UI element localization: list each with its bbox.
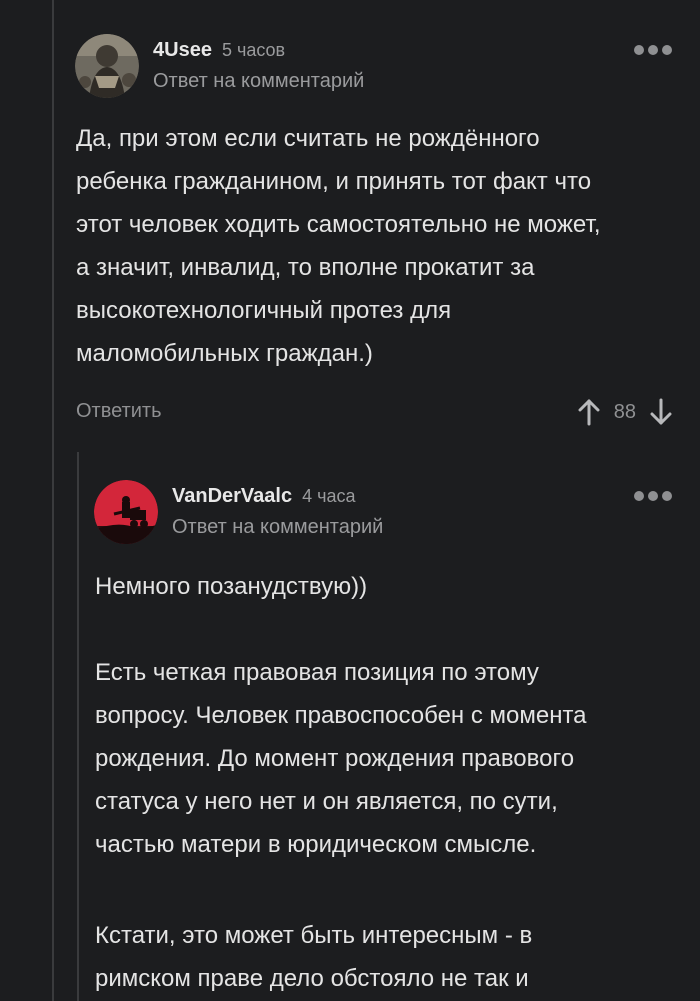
more-dots-icon-dot [662, 45, 672, 55]
thread-line[interactable] [52, 0, 54, 1001]
comment-body: Немного позанудствую)) [95, 565, 367, 608]
thread-line[interactable] [77, 452, 79, 1001]
comments-page: 4Usee 5 часов Ответ на комментарий Да, п… [0, 0, 700, 1001]
more-dots-icon [634, 45, 644, 55]
more-dots-icon-dot [648, 491, 658, 501]
more-options-button[interactable] [634, 491, 672, 501]
comment-body: Есть четкая правовая позиция по этому во… [95, 651, 587, 866]
comment-line: вопросу. Человек правоспособен с момента [95, 702, 587, 729]
more-dots-icon [634, 491, 644, 501]
comment-meta: 4Usee 5 часов Ответ на комментарий [153, 34, 364, 93]
arrow-down-icon[interactable] [650, 398, 672, 426]
comment-line: маломобильных граждан.) [76, 340, 373, 367]
more-dots-icon-dot [662, 491, 672, 501]
comment-line: высокотехнологичный протез для [76, 297, 452, 324]
timestamp: 5 часов [221, 40, 286, 60]
comment-header: VanDerVaalc 4 часа Ответ на комментарий [94, 480, 383, 544]
more-dots-icon-dot [648, 45, 658, 55]
comment-line: частью матери в юридическом смысле. [95, 831, 537, 858]
comment-line: рождения. До момент рождения правового [95, 745, 575, 772]
comment-header: 4Usee 5 часов Ответ на комментарий [75, 34, 364, 98]
comment-body: Да, при этом если считать не рождённого … [76, 117, 600, 375]
avatar[interactable] [94, 480, 158, 544]
comment-line: римском праве дело обстояло не так и [95, 965, 529, 992]
comment-line: Немного позанудствую)) [95, 573, 368, 600]
vote-controls: 88 [578, 398, 672, 426]
comment-line: ребенка гражданином, и принять тот факт … [76, 168, 592, 195]
comment-body: Кстати, это может быть интересным - в ри… [95, 914, 532, 1000]
username[interactable]: VanDerVaalc [172, 485, 292, 508]
reply-to-label[interactable]: Ответ на комментарий [172, 516, 383, 539]
more-options-button[interactable] [634, 45, 672, 55]
username[interactable]: 4Usee [153, 39, 212, 62]
comment-line: Кстати, это может быть интересным - в [95, 922, 533, 949]
comment-line: а значит, инвалид, то вполне прокатит за [76, 254, 535, 281]
comment-line: Есть четкая правовая позиция по этому [95, 659, 539, 686]
comment-line: этот человек ходить самостоятельно не мо… [76, 211, 601, 238]
comment-actions: Ответить 88 [76, 398, 676, 428]
comment-line: Да, при этом если считать не рождённого [76, 125, 540, 152]
reply-button[interactable]: Ответить [76, 400, 162, 423]
avatar[interactable] [75, 34, 139, 98]
timestamp: 4 часа [302, 486, 356, 506]
rating-count: 88 [613, 400, 636, 423]
comment-line: статуса у него нет и он является, по сут… [95, 788, 558, 815]
arrow-up-icon[interactable] [578, 398, 600, 426]
comment-meta: VanDerVaalc 4 часа Ответ на комментарий [172, 480, 383, 539]
reply-to-label[interactable]: Ответ на комментарий [153, 70, 364, 93]
